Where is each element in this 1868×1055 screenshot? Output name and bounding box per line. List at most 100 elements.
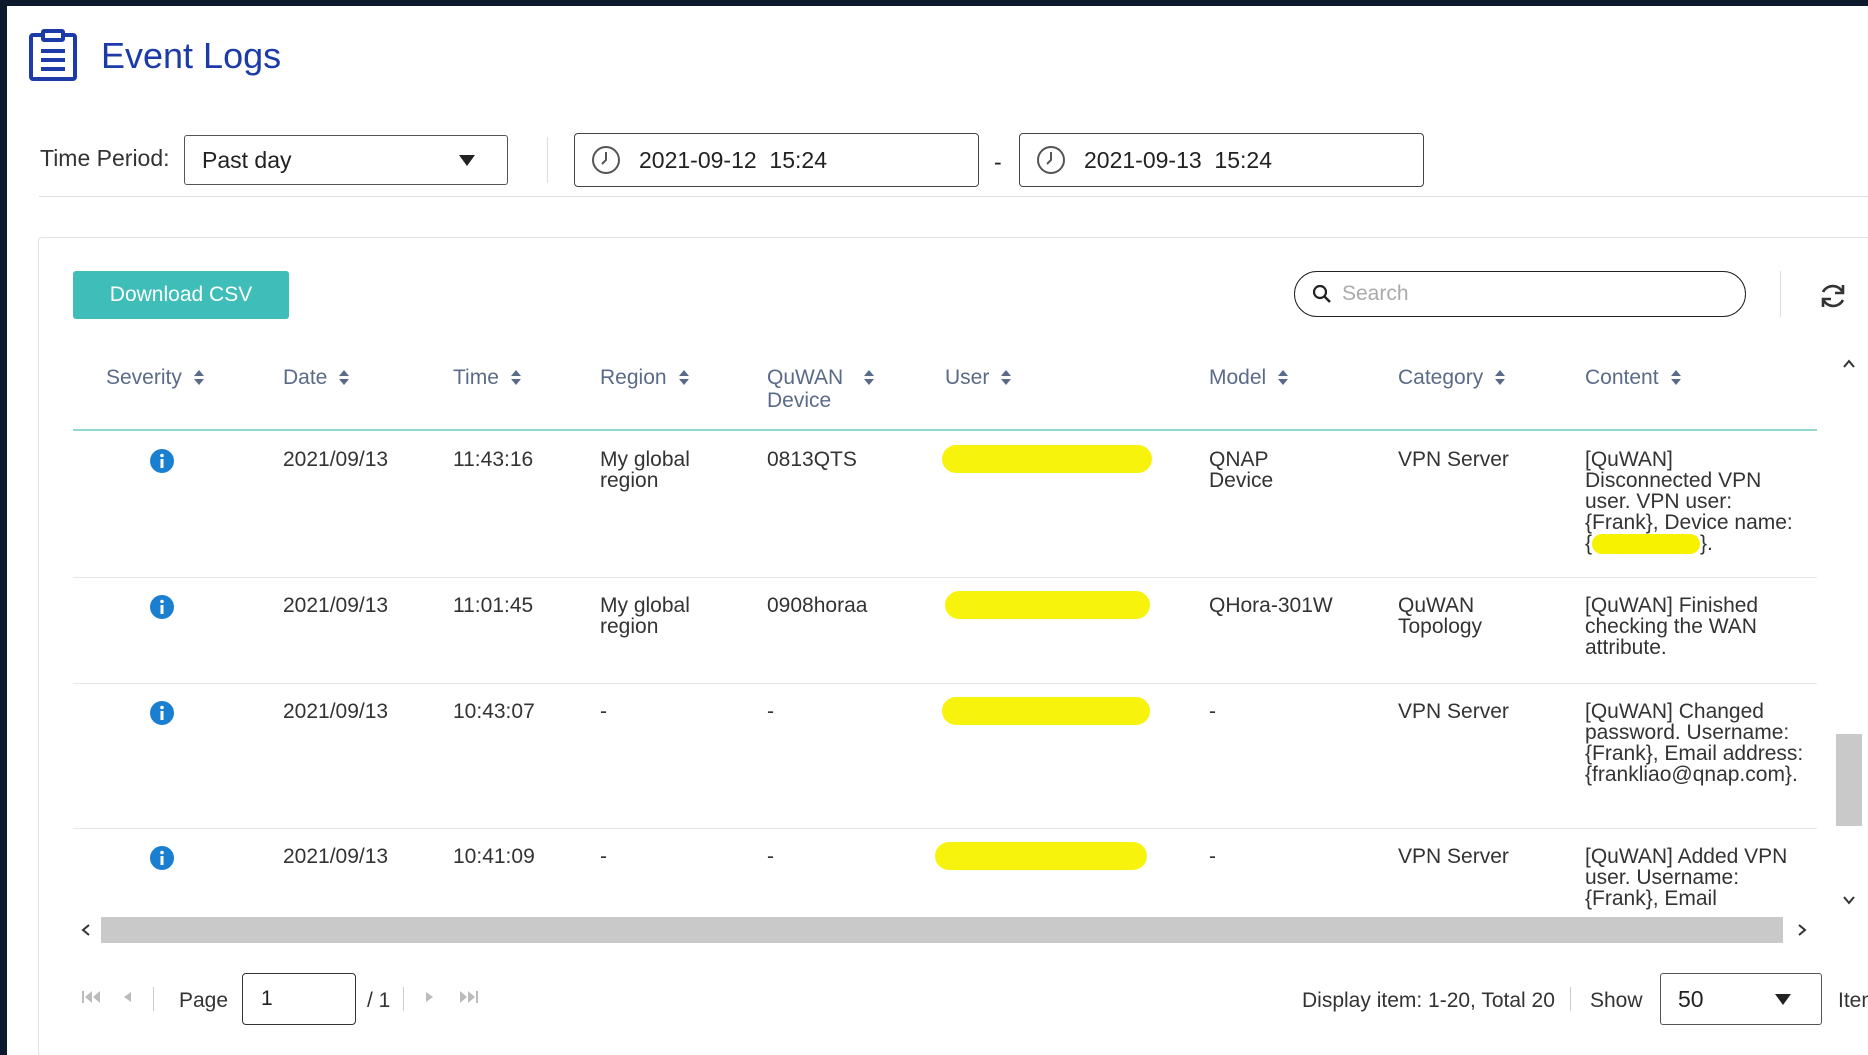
cell-model: - — [1209, 700, 1216, 723]
column-header-user[interactable]: User — [945, 366, 1012, 389]
horizontal-scrollbar[interactable] — [73, 917, 1817, 943]
previous-page-icon[interactable] — [121, 990, 133, 1004]
chevron-right-icon[interactable] — [1795, 923, 1809, 937]
cell-content: [QuWAN] Changed password. Username: {Fra… — [1585, 700, 1804, 786]
cell-device: - — [767, 845, 774, 868]
table-row[interactable]: 2021/09/13 10:41:09 - - - VPN Server [Qu… — [73, 830, 1817, 913]
column-header-region[interactable]: Region — [600, 366, 689, 389]
cell-time: 10:43:07 — [453, 700, 535, 723]
sort-icon — [1670, 370, 1681, 385]
redacted-device-name — [1592, 534, 1701, 555]
cell-model: QNAP Device — [1209, 448, 1274, 492]
cell-device: 0908horaa — [767, 594, 868, 617]
clipboard-icon — [29, 29, 77, 81]
vertical-scrollbar[interactable] — [1836, 353, 1862, 913]
cell-model: - — [1209, 845, 1216, 868]
cell-device: - — [767, 700, 774, 723]
time-period-label: Time Period: — [40, 145, 170, 171]
cell-time: 10:41:09 — [453, 845, 535, 868]
cell-region: - — [600, 845, 607, 868]
column-header-severity[interactable]: Severity — [106, 366, 204, 389]
sort-icon — [339, 370, 350, 385]
clock-icon — [592, 146, 620, 174]
horizontal-scroll-thumb[interactable] — [101, 917, 1783, 943]
time-filter-bar: Time Period: Past day 2021-09-12 15:24 -… — [7, 131, 1868, 191]
redacted-user — [942, 445, 1152, 473]
vertical-scroll-thumb[interactable] — [1836, 734, 1862, 826]
cell-category: VPN Server — [1398, 700, 1509, 723]
filter-divider — [547, 137, 548, 183]
column-header-date[interactable]: Date — [283, 366, 350, 389]
table-row[interactable]: 2021/09/13 11:01:45 My global region 090… — [73, 579, 1817, 684]
event-logs-window: Event Logs Time Period: Past day 2021-09… — [7, 6, 1868, 1055]
sort-icon — [1001, 370, 1012, 385]
page-header: Event Logs — [27, 26, 281, 86]
pager-divider — [1570, 987, 1571, 1011]
page-total: / 1 — [367, 989, 391, 1012]
cell-content: [QuWAN] Disconnected VPN user. VPN user:… — [1585, 448, 1793, 555]
start-datetime-value: 2021-09-12 15:24 — [639, 146, 827, 173]
end-datetime-value: 2021-09-13 15:24 — [1084, 146, 1272, 173]
end-datetime-picker[interactable]: 2021-09-13 15:24 — [1019, 133, 1424, 187]
pager-divider — [403, 987, 404, 1011]
items-per-page-select[interactable]: 50 — [1660, 973, 1822, 1025]
sort-icon — [1495, 370, 1506, 385]
info-icon — [150, 701, 174, 725]
search-input[interactable] — [1342, 282, 1702, 306]
first-page-icon[interactable] — [81, 990, 101, 1004]
page-number-input[interactable] — [242, 973, 356, 1025]
download-csv-button[interactable]: Download CSV — [73, 271, 289, 319]
sort-icon — [864, 370, 874, 385]
time-period-select[interactable]: Past day — [184, 135, 508, 185]
display-item-info: Display item: 1-20, Total 20 — [1302, 989, 1555, 1012]
next-page-icon[interactable] — [424, 990, 436, 1004]
cell-model: QHora-301W — [1209, 594, 1333, 617]
table-row[interactable]: 2021/09/13 10:43:07 - - - VPN Server [Qu… — [73, 685, 1817, 829]
cell-date: 2021/09/13 — [283, 594, 389, 617]
column-header-quwan-device[interactable]: QuWAN Device — [767, 366, 874, 412]
table-header: Severity Date Time Region QuWAN Device U… — [73, 353, 1817, 431]
event-log-table: Severity Date Time Region QuWAN Device U… — [73, 353, 1817, 913]
sort-icon — [193, 370, 204, 385]
cell-region: - — [600, 700, 607, 723]
search-box[interactable] — [1294, 271, 1746, 317]
chevron-up-icon[interactable] — [1842, 357, 1856, 371]
column-header-content[interactable]: Content — [1585, 366, 1681, 389]
caret-down-icon — [459, 154, 475, 166]
show-label: Show — [1590, 989, 1643, 1012]
start-datetime-picker[interactable]: 2021-09-12 15:24 — [574, 133, 979, 187]
cell-region: My global region — [600, 448, 690, 492]
clock-icon — [1037, 146, 1065, 174]
search-icon — [1312, 284, 1331, 303]
cell-category: VPN Server — [1398, 448, 1509, 471]
cell-date: 2021/09/13 — [283, 448, 389, 471]
page-title: Event Logs — [101, 35, 282, 76]
cell-date: 2021/09/13 — [283, 700, 389, 723]
chevron-left-icon[interactable] — [79, 923, 93, 937]
redacted-user — [935, 842, 1147, 870]
cell-date: 2021/09/13 — [283, 845, 389, 868]
column-header-model[interactable]: Model — [1209, 366, 1289, 389]
cell-region: My global region — [600, 594, 690, 638]
info-icon — [150, 449, 174, 473]
refresh-icon[interactable] — [1818, 281, 1848, 311]
redacted-user — [945, 591, 1150, 619]
items-label: Items — [1838, 989, 1868, 1012]
table-row[interactable]: 2021/09/13 11:43:16 My global region 081… — [73, 433, 1817, 578]
section-divider — [39, 196, 1868, 197]
cell-time: 11:43:16 — [453, 448, 534, 471]
pager-divider — [153, 987, 154, 1011]
chevron-down-icon[interactable] — [1842, 893, 1856, 907]
items-per-page-value: 50 — [1678, 985, 1704, 1012]
column-header-category[interactable]: Category — [1398, 366, 1506, 389]
sort-icon — [678, 370, 689, 385]
cell-category: QuWAN Topology — [1398, 594, 1483, 638]
page-label: Page — [179, 989, 229, 1012]
column-header-time[interactable]: Time — [453, 366, 521, 389]
last-page-icon[interactable] — [459, 990, 479, 1004]
info-icon — [150, 846, 174, 870]
cell-content: [QuWAN] Finished checking the WAN attrib… — [1585, 594, 1759, 659]
sort-icon — [1278, 370, 1289, 385]
caret-down-icon — [1775, 993, 1791, 1005]
cell-device: 0813QTS — [767, 448, 857, 471]
